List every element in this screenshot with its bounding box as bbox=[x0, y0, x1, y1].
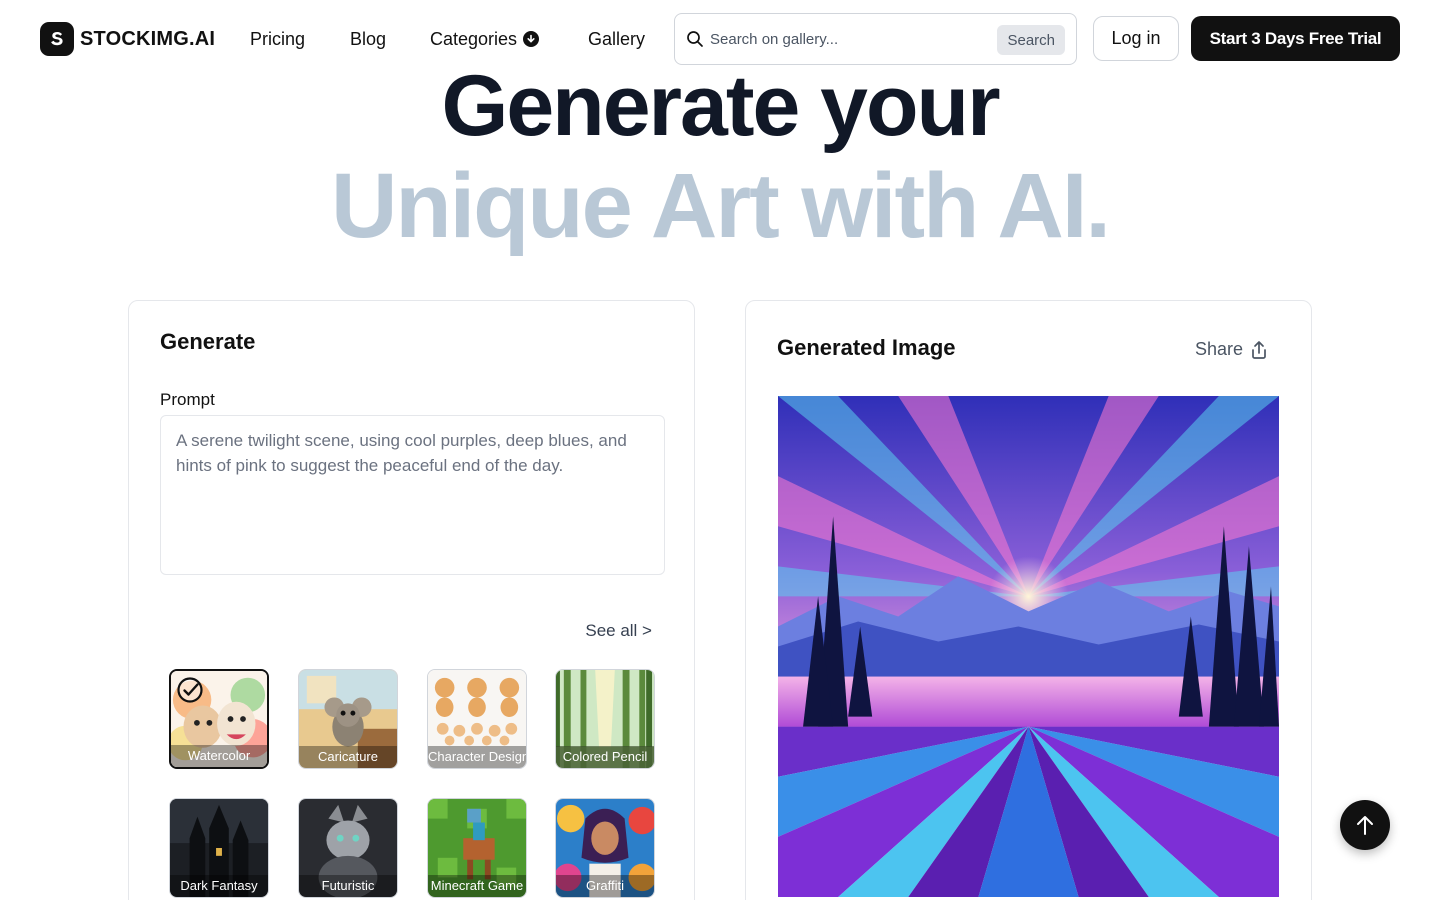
login-button[interactable]: Log in bbox=[1093, 16, 1179, 61]
nav-gallery-link[interactable]: Gallery bbox=[588, 28, 645, 50]
style-tile-colored-pencil[interactable]: Colored Pencil bbox=[555, 669, 655, 769]
style-label: Graffiti bbox=[556, 875, 654, 897]
share-label: Share bbox=[1194, 339, 1243, 359]
generated-twilight-artwork bbox=[778, 396, 1279, 897]
style-label: Colored Pencil bbox=[556, 746, 654, 768]
style-label: Minecraft Game bbox=[428, 875, 526, 897]
nav-categories-dropdown[interactable]: Categories bbox=[430, 28, 540, 50]
nav-pricing-link[interactable]: Pricing bbox=[250, 28, 305, 50]
style-tile-futuristic[interactable]: Futuristic bbox=[298, 798, 398, 898]
search-button[interactable]: Search bbox=[997, 25, 1065, 55]
hero-title-line-2: Unique Art with AI. bbox=[330, 155, 1111, 257]
arrow-up-icon bbox=[1357, 816, 1373, 835]
share-button[interactable]: Share bbox=[1195, 339, 1269, 360]
chevron-down-icon bbox=[523, 31, 540, 47]
gallery-search-bar: Search bbox=[674, 13, 1077, 65]
gallery-search-input[interactable] bbox=[710, 26, 990, 52]
style-tile-watercolor[interactable]: Watercolor bbox=[169, 669, 269, 769]
selected-check-icon bbox=[177, 677, 203, 703]
nav-blog-link[interactable]: Blog bbox=[350, 28, 386, 50]
brand-logo[interactable]: STOCKIMG.AI bbox=[40, 22, 215, 56]
nav-categories-label: Categories bbox=[430, 29, 518, 49]
see-all-styles-link[interactable]: See all > bbox=[585, 621, 652, 641]
share-icon bbox=[1252, 340, 1266, 359]
generated-image[interactable] bbox=[778, 396, 1279, 897]
search-icon bbox=[687, 31, 703, 47]
scroll-to-top-button[interactable] bbox=[1340, 800, 1390, 850]
start-free-trial-button[interactable]: Start 3 Days Free Trial bbox=[1191, 16, 1400, 61]
style-tile-minecraft-game[interactable]: Minecraft Game bbox=[427, 798, 527, 898]
style-label: Watercolor bbox=[171, 745, 267, 767]
prompt-label: Prompt bbox=[160, 390, 215, 409]
prompt-textarea[interactable]: A serene twilight scene, using cool purp… bbox=[160, 415, 665, 575]
generated-image-panel: Generated Image Share bbox=[745, 300, 1312, 900]
style-tile-graffiti[interactable]: Graffiti bbox=[555, 798, 655, 898]
top-navbar: STOCKIMG.AI Pricing Blog Categories Gall… bbox=[0, 0, 1440, 78]
generate-panel: Generate Prompt A serene twilight scene,… bbox=[128, 300, 695, 900]
style-label: Dark Fantasy bbox=[170, 875, 268, 897]
style-label: Character Design bbox=[428, 746, 526, 768]
stockimg-logo-icon bbox=[40, 22, 74, 56]
brand-name: STOCKIMG.AI bbox=[80, 27, 216, 50]
style-label: Caricature bbox=[299, 746, 397, 768]
style-tile-dark-fantasy[interactable]: Dark Fantasy bbox=[169, 798, 269, 898]
style-tile-caricature[interactable]: Caricature bbox=[298, 669, 398, 769]
generate-title: Generate bbox=[160, 329, 256, 354]
style-label: Futuristic bbox=[299, 875, 397, 897]
generated-image-title: Generated Image bbox=[777, 335, 956, 360]
style-tile-character-design[interactable]: Character Design bbox=[427, 669, 527, 769]
